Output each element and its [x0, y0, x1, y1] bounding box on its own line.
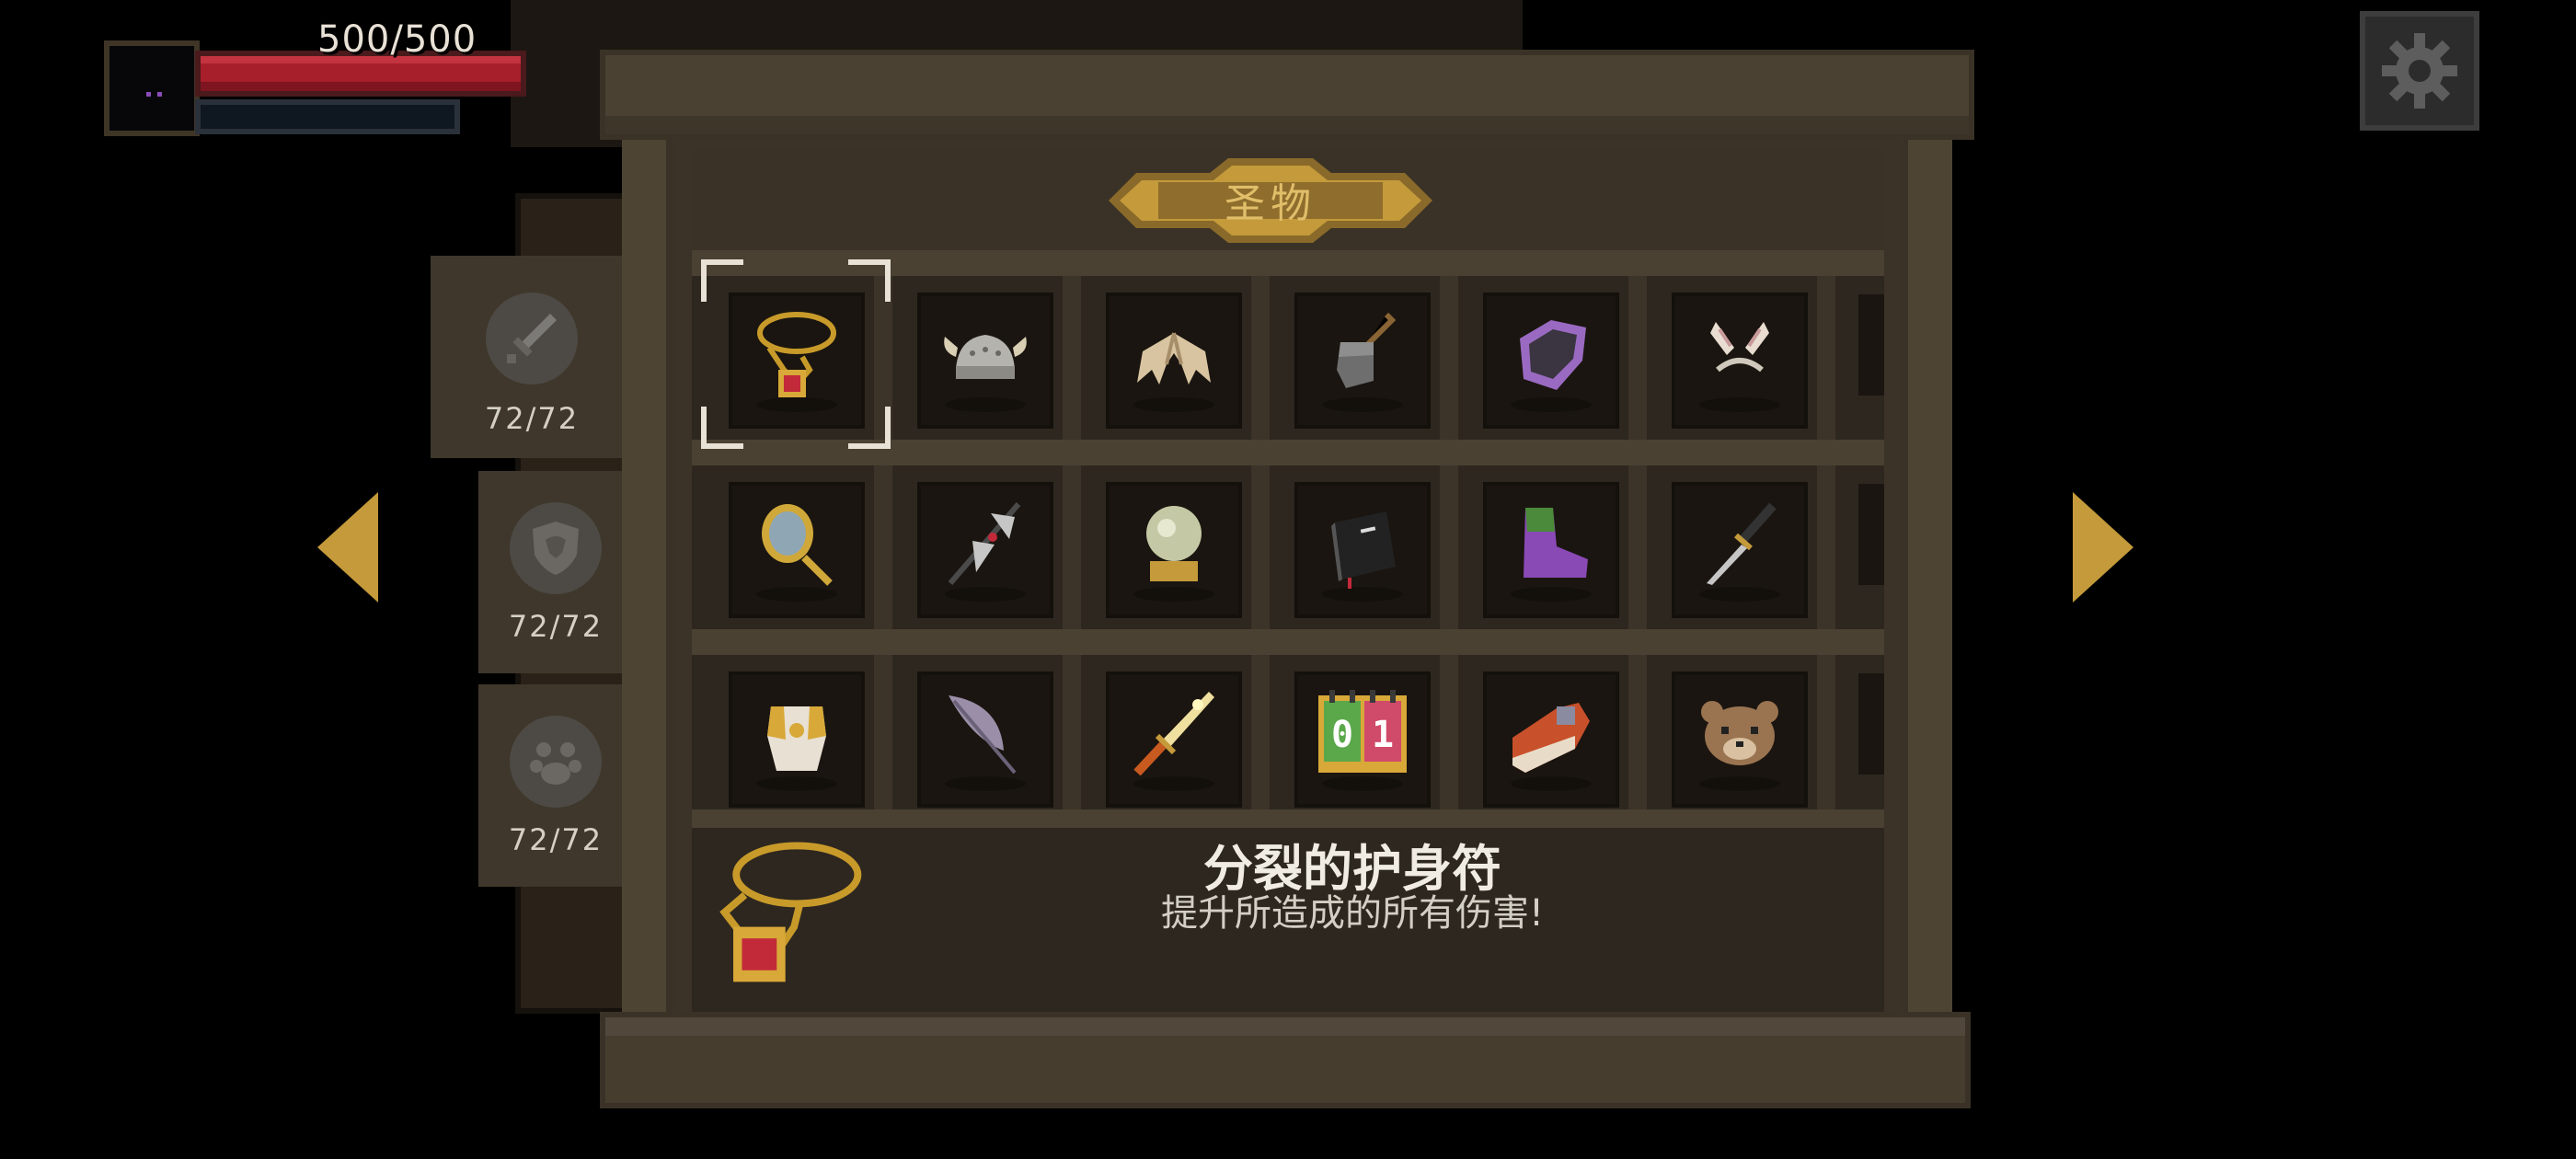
crystal-orb-icon	[1146, 506, 1202, 581]
relic-slot-purple-boot[interactable]	[1483, 482, 1619, 618]
relic-slot-black-book[interactable]	[1294, 482, 1431, 618]
prev-page-arrow[interactable]	[317, 492, 378, 602]
slot-partial	[1858, 294, 1884, 396]
amulet-icon	[719, 842, 862, 982]
cabinet-pillar-left	[622, 138, 675, 1026]
player-portrait	[104, 40, 200, 136]
relic-slot-viking-helmet[interactable]	[917, 293, 1053, 429]
counter-digit-left: 0	[1331, 714, 1353, 756]
bear-mask-icon	[1701, 701, 1778, 765]
divider	[1063, 655, 1081, 809]
relic-slot-calendar-counter[interactable]: 0 1	[1294, 671, 1431, 808]
purple-boot-icon	[1524, 508, 1588, 578]
bone-wings-icon	[1137, 332, 1211, 384]
selection-cursor	[701, 259, 891, 449]
divider	[1817, 276, 1835, 440]
tab-pets[interactable]: 72/72	[478, 684, 633, 887]
flaming-sword-icon	[1133, 692, 1214, 776]
panel-title: 圣物	[1225, 180, 1317, 227]
black-book-icon	[1331, 511, 1396, 589]
tab-weapons[interactable]: 72/72	[431, 256, 633, 458]
battle-axe-icon	[948, 502, 1021, 585]
relic-slot-crystal-orb[interactable]	[1106, 482, 1242, 618]
relic-slot-gold-armor[interactable]	[729, 671, 865, 808]
relic-slot-bear-mask[interactable]	[1672, 671, 1808, 808]
red-shoe-icon	[1512, 703, 1590, 773]
armor-count: 72/72	[508, 609, 604, 644]
shield-icon	[510, 502, 602, 594]
weapons-count: 72/72	[484, 401, 580, 436]
axe-head-icon	[1337, 312, 1397, 388]
divider	[1251, 465, 1270, 629]
relic-slot-hand-mirror[interactable]	[729, 482, 865, 618]
gear-icon	[2382, 33, 2457, 109]
bunny-ears-icon	[1710, 322, 1769, 373]
sword-icon	[486, 293, 578, 384]
divider	[874, 465, 892, 629]
relic-slot-battle-axe[interactable]	[917, 482, 1053, 618]
divider	[1440, 465, 1458, 629]
selected-relic-description: 提升所造成的所有伤害!	[1160, 892, 1545, 935]
pets-count: 72/72	[508, 822, 604, 857]
settings-button[interactable]	[2360, 11, 2479, 131]
dagger-icon	[1707, 502, 1777, 585]
slot-partial	[1858, 484, 1884, 585]
slot-partial	[1858, 673, 1884, 775]
relic-slot-axe-head[interactable]	[1294, 293, 1431, 429]
relic-slot-bone-wings[interactable]	[1106, 293, 1242, 429]
purple-gauntlet-icon	[1520, 320, 1586, 390]
divider	[1628, 276, 1647, 440]
divider	[1251, 276, 1270, 440]
divider	[874, 655, 892, 809]
gold-armor-icon	[767, 706, 826, 771]
divider	[1440, 655, 1458, 809]
divider	[1063, 276, 1081, 440]
relic-slot-dagger[interactable]	[1672, 482, 1808, 618]
divider	[1063, 465, 1081, 629]
selected-relic-image	[708, 837, 874, 993]
shelf	[692, 809, 1884, 828]
mana-bar	[195, 99, 460, 134]
divider	[1251, 655, 1270, 809]
cabinet-bottom	[600, 1012, 1971, 1108]
viking-helmet-icon	[944, 335, 1027, 379]
feather-icon	[949, 695, 1017, 775]
calendar-counter-icon: 0 1	[1318, 690, 1407, 773]
shelf	[692, 629, 1884, 655]
divider	[1440, 276, 1458, 440]
divider	[1628, 465, 1647, 629]
relic-slot-bunny-ears[interactable]	[1672, 293, 1808, 429]
relic-slot-red-shoe[interactable]	[1483, 671, 1619, 808]
next-page-arrow[interactable]	[2073, 492, 2133, 602]
divider	[1817, 465, 1835, 629]
cabinet-top	[600, 50, 1974, 140]
tab-armor[interactable]: 72/72	[478, 471, 633, 673]
relic-slot-purple-gauntlet[interactable]	[1483, 293, 1619, 429]
relic-slot-flaming-sword[interactable]	[1106, 671, 1242, 808]
relic-slot-feather[interactable]	[917, 671, 1053, 808]
divider	[1817, 655, 1835, 809]
divider	[1628, 655, 1647, 809]
counter-digit-right: 1	[1372, 714, 1394, 756]
paw-icon	[510, 716, 602, 808]
hand-mirror-icon	[762, 504, 833, 586]
health-text: 500/500	[317, 18, 477, 61]
cabinet-pillar-right	[1899, 138, 1952, 1026]
